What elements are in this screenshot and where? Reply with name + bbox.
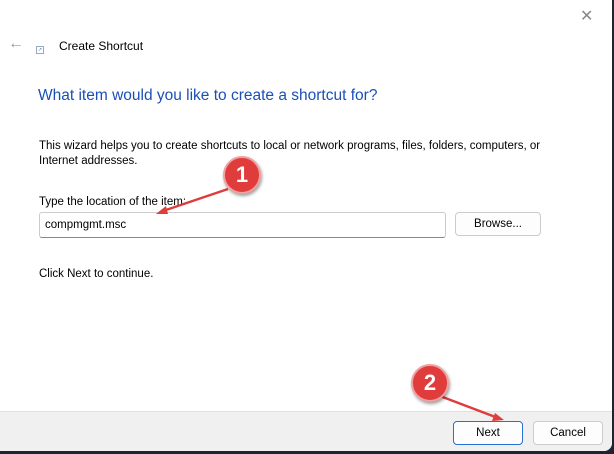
arrowhead-1	[156, 206, 168, 214]
annotation-badge-1: 1	[223, 156, 261, 194]
annotation-arrow-1	[159, 187, 229, 214]
arrowhead-2	[492, 413, 504, 421]
annotation-arrow-2	[439, 394, 499, 420]
annotation-arrows	[156, 187, 504, 421]
annotation-badge-2: 2	[411, 364, 449, 402]
